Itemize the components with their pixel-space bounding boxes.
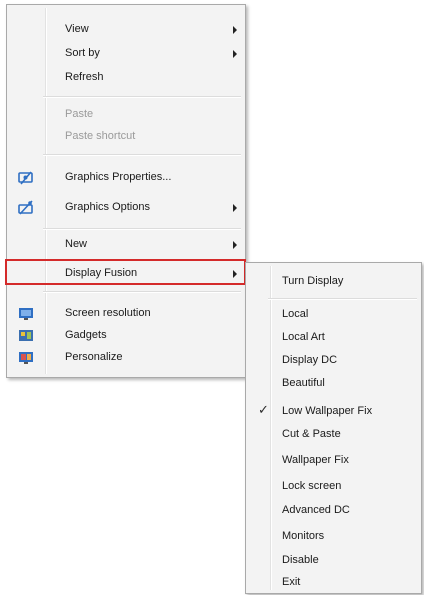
menu-item-label: Wallpaper Fix: [282, 454, 349, 466]
menu-separator: [43, 291, 241, 293]
submenu-item-wallpaper-fix[interactable]: Wallpaper Fix: [248, 449, 419, 473]
submenu-arrow-icon: [233, 26, 237, 34]
submenu-item-disable[interactable]: Disable: [248, 549, 419, 573]
submenu-arrow-icon: [233, 50, 237, 58]
display-fusion-submenu: Turn Display Local Local Art Display DC …: [245, 262, 422, 594]
display-fusion-highlight-box: [5, 259, 246, 285]
menu-item-label: Monitors: [282, 530, 325, 542]
menu-item-label: Disable: [282, 554, 319, 566]
menu-item-label: Turn Display: [282, 275, 344, 287]
menu-item-label: Beautiful: [282, 377, 325, 389]
checkmark-icon: ✓: [258, 402, 269, 417]
menu-item-label: Personalize: [65, 351, 123, 363]
menu-item-label: Display DC: [282, 354, 338, 366]
submenu-item-lock-screen[interactable]: Lock screen: [248, 475, 419, 499]
menu-item-screen-resolution[interactable]: Screen resolution: [9, 302, 243, 326]
menu-item-view[interactable]: View: [9, 18, 243, 42]
menu-item-label: Advanced DC: [282, 504, 350, 516]
gadgets-icon: [17, 327, 35, 345]
menu-item-label: Paste: [65, 108, 94, 120]
submenu-item-monitors[interactable]: Monitors: [248, 525, 419, 549]
menu-item-label: Exit: [282, 576, 301, 588]
desktop-context-menu: View Sort by Refresh Paste Paste shortcu…: [6, 4, 246, 378]
submenu-item-low-wallpaper-fix[interactable]: ✓ Low Wallpaper Fix: [248, 400, 419, 424]
menu-item-new[interactable]: New: [9, 233, 243, 257]
submenu-item-turn-display[interactable]: Turn Display: [248, 270, 419, 294]
menu-item-label: Refresh: [65, 71, 104, 83]
menu-item-graphics-options[interactable]: Graphics Options: [9, 196, 243, 220]
menu-item-label: Gadgets: [65, 329, 107, 341]
menu-item-gadgets[interactable]: Gadgets: [9, 324, 243, 348]
menu-separator: [43, 154, 241, 156]
menu-item-label: Paste shortcut: [65, 130, 136, 142]
menu-separator: [43, 96, 241, 98]
submenu-arrow-icon: [233, 204, 237, 212]
submenu-item-cut-paste[interactable]: Cut & Paste: [248, 423, 419, 447]
menu-item-paste-shortcut: Paste shortcut: [9, 125, 243, 149]
menu-item-graphics-properties[interactable]: Graphics Properties...: [9, 166, 243, 190]
menu-item-label: Cut & Paste: [282, 428, 341, 440]
screen-resolution-icon: [17, 305, 35, 323]
submenu-item-advanced-dc[interactable]: Advanced DC: [248, 499, 419, 523]
menu-separator: [268, 298, 417, 300]
personalize-icon: [17, 349, 35, 367]
menu-item-refresh[interactable]: Refresh: [9, 66, 243, 90]
submenu-item-beautiful[interactable]: Beautiful: [248, 372, 419, 396]
submenu-item-exit[interactable]: Exit: [248, 571, 419, 595]
submenu-item-local[interactable]: Local: [248, 303, 419, 327]
menu-item-label: Sort by: [65, 47, 100, 59]
menu-separator: [43, 228, 241, 230]
menu-item-paste: Paste: [9, 103, 243, 127]
submenu-arrow-icon: [233, 241, 237, 249]
menu-item-label: View: [65, 23, 89, 35]
menu-item-label: Low Wallpaper Fix: [282, 405, 373, 417]
menu-item-label: Local: [282, 308, 309, 320]
menu-item-label: Graphics Properties...: [65, 171, 172, 183]
menu-item-sort-by[interactable]: Sort by: [9, 42, 243, 66]
menu-item-label: Lock screen: [282, 480, 342, 492]
menu-item-personalize[interactable]: Personalize: [9, 346, 243, 370]
menu-item-label: Graphics Options: [65, 201, 150, 213]
graphics-options-icon: [17, 199, 35, 217]
submenu-item-display-dc[interactable]: Display DC: [248, 349, 419, 373]
graphics-properties-icon: [17, 169, 35, 187]
menu-item-label: New: [65, 238, 88, 250]
menu-item-label: Screen resolution: [65, 307, 151, 319]
menu-item-label: Local Art: [282, 331, 325, 343]
submenu-item-local-art[interactable]: Local Art: [248, 326, 419, 350]
